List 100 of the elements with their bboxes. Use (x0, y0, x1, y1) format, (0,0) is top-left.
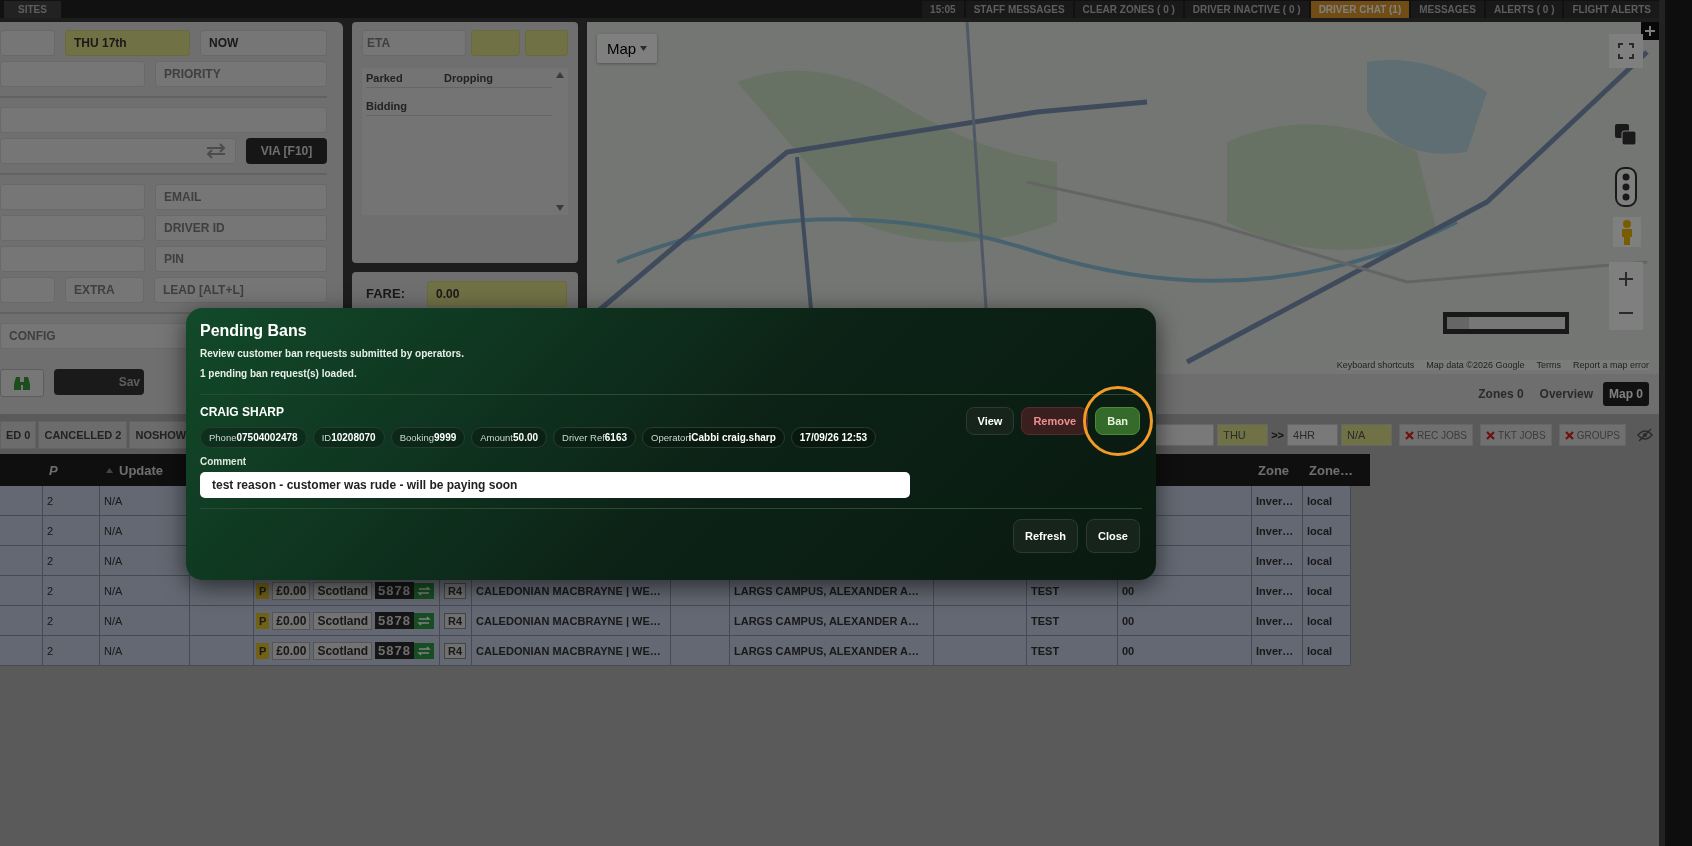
list-heading: Dropping (444, 72, 494, 84)
fullscreen-icon (1618, 43, 1634, 59)
route-tag: R4 (444, 582, 467, 599)
top-bar-tab[interactable]: DRIVER INACTIVE ( 0 ) (1184, 0, 1309, 18)
comment-field[interactable]: test reason - customer was rude - will be paying soon (200, 472, 910, 498)
vehicle-tag: 5878 (375, 642, 414, 659)
dialog-title: Pending Bans (200, 322, 308, 340)
close-icon (1564, 430, 1574, 440)
route-tag: R4 (444, 612, 467, 629)
filter-field[interactable]: THU (1217, 424, 1269, 446)
fare-label: FARE: (366, 286, 405, 301)
plus-icon (1619, 272, 1633, 286)
form-button[interactable]: VIA [F10] (246, 138, 327, 164)
table-cell: CALEDONIAN MACBRAYNE | WE… (472, 636, 671, 666)
customer-name: CRAIG SHARP (200, 405, 285, 419)
table-cell (0, 636, 43, 666)
price-tag: £0.00 (272, 611, 311, 630)
scale-bar-icon (1443, 312, 1569, 334)
input-field[interactable] (525, 30, 568, 56)
sites-tab[interactable]: SITES (4, 0, 61, 18)
filter-field[interactable]: N/A (1341, 424, 1393, 446)
map-attribution-link[interactable]: Report a map error (1572, 360, 1649, 370)
column-header[interactable]: P (43, 462, 100, 478)
vehicle-tag: 5878 (375, 612, 414, 629)
fare-field[interactable]: 0.00 (427, 281, 567, 307)
table-cell: Inver… (1252, 636, 1303, 666)
payment-badge: P (256, 582, 270, 599)
top-bar-tab[interactable]: MESSAGES (1411, 0, 1484, 18)
action-button[interactable]: View (965, 407, 1015, 435)
input-field[interactable]: NOW (200, 30, 327, 56)
detail-chip: OperatoriCabbi craig.sharp (642, 427, 785, 448)
table-cell: N/A (100, 636, 190, 666)
column-header[interactable]: Zone (1252, 462, 1303, 478)
table-cell: LARGS CAMPUS, ALEXANDER A… (730, 636, 934, 666)
payment-badge: P (256, 612, 270, 629)
status-message: 1 pending ban request(s) loaded. (200, 368, 358, 379)
detail-chip: Phone07504002478 (200, 427, 307, 448)
traffic-light-icon[interactable] (1615, 167, 1637, 207)
top-bar-tab[interactable]: FLIGHT ALERTS (1564, 0, 1659, 18)
repeat-icon (413, 612, 434, 629)
swap-arrows-icon[interactable] (205, 143, 227, 159)
detail-chip: Amount50.00 (471, 427, 548, 448)
list-heading: Parked (366, 72, 404, 84)
map-view-tab[interactable]: Overview (1533, 382, 1599, 406)
plus-icon[interactable] (1641, 22, 1659, 40)
filter-field[interactable]: 4HR (1287, 424, 1339, 446)
vehicle-tag: 5878 (375, 582, 414, 599)
scroll-down-icon[interactable] (556, 205, 564, 211)
caret-icon (640, 46, 648, 51)
person-icon[interactable] (1613, 217, 1641, 247)
map-type-dropdown[interactable]: Map (597, 34, 658, 63)
eye-slash-icon[interactable] (1637, 428, 1653, 442)
column-header[interactable]: Zone… (1303, 462, 1370, 478)
range-separator: >> (1271, 429, 1285, 441)
map-attribution-link[interactable]: Map data ©2026 Google (1426, 360, 1525, 370)
map-view-tab[interactable]: Map 0 (1603, 382, 1649, 406)
top-bar-tab[interactable]: CLEAR ZONES ( 0 ) (1074, 0, 1183, 18)
top-bar-tab[interactable]: ALERTS ( 0 ) (1485, 0, 1563, 18)
map-attribution-link[interactable]: Keyboard shortcuts (1336, 360, 1415, 370)
region-tag: Scotland (313, 611, 373, 630)
search-vehicle-button[interactable] (0, 369, 44, 397)
action-button[interactable]: Ban (1095, 407, 1140, 435)
map-view-tab[interactable]: Zones 0 (1472, 382, 1530, 406)
input-field[interactable]: THU 17th (65, 30, 190, 56)
fullscreen-button[interactable] (1609, 34, 1643, 68)
repeat-icon (413, 642, 434, 659)
column-header[interactable]: Update (119, 462, 164, 478)
list-heading: Bidding (366, 100, 552, 116)
detail-chip: Driver Ref6163 (553, 427, 637, 448)
dialog-button[interactable]: Close (1086, 519, 1140, 553)
table-cell: local (1303, 636, 1351, 666)
table-cell: TEST (1027, 636, 1118, 666)
comment-label: Comment (200, 456, 248, 467)
payment-badge: P (256, 642, 270, 659)
price-tag: £0.00 (272, 581, 311, 600)
table-cell: 00 (1118, 636, 1252, 666)
close-icon (1486, 430, 1496, 440)
region-tag: Scotland (313, 581, 373, 600)
dialog-subtitle: Review customer ban requests submitted by operators. (200, 348, 465, 359)
input-field[interactable] (0, 138, 236, 164)
detail-chip: Booking9999 (390, 427, 466, 448)
top-bar-tab[interactable]: STAFF MESSAGES (965, 0, 1073, 18)
price-tag: £0.00 (272, 641, 311, 660)
scroll-up-icon[interactable] (556, 72, 564, 78)
top-bar-tab[interactable]: DRIVER CHAT (1) (1310, 0, 1410, 18)
table-cell (671, 636, 730, 666)
input-field[interactable] (470, 30, 521, 56)
repeat-icon (413, 582, 434, 599)
table-cell: 2 (43, 636, 100, 666)
map-attribution-link[interactable]: Terms (1536, 360, 1561, 370)
close-icon (1405, 430, 1415, 440)
form-button[interactable]: Sav (54, 369, 144, 395)
detail-chip: ID10208070 (312, 427, 385, 448)
status-tab[interactable]: CANCELLED 2 (38, 421, 128, 449)
layers-icon[interactable] (1613, 122, 1639, 148)
action-button[interactable]: Remove (1021, 407, 1089, 435)
top-bar-tab[interactable]: 15:05 (922, 0, 964, 18)
status-tab[interactable]: ED 0 (0, 421, 37, 449)
dialog-button[interactable]: Refresh (1013, 519, 1079, 553)
detail-chip: 17/09/26 12:53 (790, 427, 877, 448)
